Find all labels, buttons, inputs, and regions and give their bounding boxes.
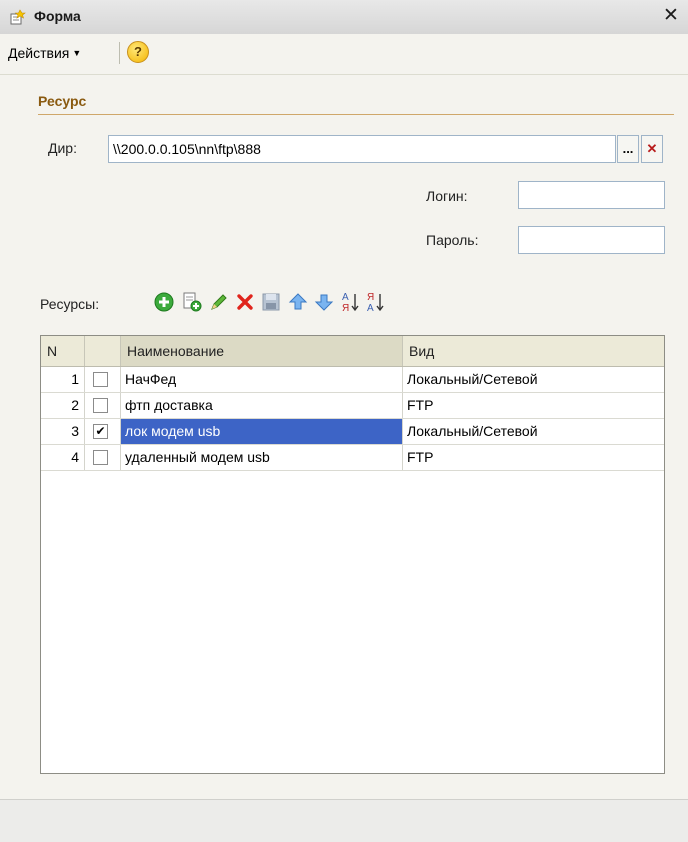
sort-asc-icon[interactable]: A Я bbox=[340, 290, 362, 314]
window-title: Форма bbox=[34, 8, 81, 24]
row-type[interactable]: Локальный/Сетевой bbox=[403, 367, 664, 392]
group-title: Ресурс bbox=[38, 93, 87, 109]
resources-table[interactable]: N Наименование Вид 1 НачФед Локальный/Се… bbox=[40, 335, 665, 774]
column-header-n[interactable]: N bbox=[41, 336, 85, 366]
group-divider bbox=[38, 114, 674, 115]
row-checkbox-cell bbox=[85, 445, 121, 470]
svg-text:A: A bbox=[367, 303, 374, 314]
save-icon[interactable] bbox=[260, 290, 282, 314]
row-checkbox[interactable] bbox=[93, 398, 108, 413]
menu-separator bbox=[119, 42, 120, 64]
help-button[interactable]: ? bbox=[127, 41, 149, 63]
move-up-icon[interactable] bbox=[287, 290, 309, 314]
copy-icon[interactable] bbox=[181, 290, 203, 314]
table-row[interactable]: 2 фтп доставка FTP bbox=[41, 393, 664, 419]
form-window: Форма ✕ Действия ▼ ? Ресурс Дир: \\200.0.… bbox=[0, 0, 688, 842]
login-label: Логин: bbox=[426, 188, 468, 204]
svg-text:Я: Я bbox=[342, 303, 349, 314]
table-header: N Наименование Вид bbox=[41, 336, 664, 367]
menu-bar: Действия ▼ ? bbox=[0, 34, 688, 75]
move-down-icon[interactable] bbox=[313, 290, 335, 314]
row-type[interactable]: FTP bbox=[403, 445, 664, 470]
table-row-selected[interactable]: 3 ✔ лок модем usb Локальный/Сетевой bbox=[41, 419, 664, 445]
row-name[interactable]: лок модем usb bbox=[121, 419, 403, 444]
title-bar: Форма ✕ bbox=[0, 0, 688, 35]
row-checkbox-cell: ✔ bbox=[85, 419, 121, 444]
close-button[interactable]: ✕ bbox=[660, 5, 682, 27]
sort-desc-icon[interactable]: Я A bbox=[365, 290, 387, 314]
resources-label: Ресурсы: bbox=[40, 296, 100, 312]
row-name[interactable]: удаленный модем usb bbox=[121, 445, 403, 470]
row-checkbox[interactable] bbox=[93, 450, 108, 465]
column-header-name[interactable]: Наименование bbox=[121, 336, 403, 366]
row-type[interactable]: Локальный/Сетевой bbox=[403, 419, 664, 444]
table-row[interactable]: 4 удаленный модем usb FTP bbox=[41, 445, 664, 471]
row-checkbox-checked[interactable]: ✔ bbox=[93, 424, 108, 439]
browse-button[interactable]: ... bbox=[617, 135, 639, 163]
row-checkbox-cell bbox=[85, 393, 121, 418]
delete-icon[interactable] bbox=[234, 290, 256, 314]
table-row[interactable]: 1 НачФед Локальный/Сетевой bbox=[41, 367, 664, 393]
clear-button[interactable]: ✕ bbox=[641, 135, 663, 163]
row-type[interactable]: FTP bbox=[403, 393, 664, 418]
add-icon[interactable] bbox=[153, 290, 175, 314]
row-number: 3 bbox=[41, 419, 85, 444]
password-field[interactable] bbox=[518, 226, 665, 254]
row-checkbox-cell bbox=[85, 367, 121, 392]
password-label: Пароль: bbox=[426, 232, 479, 248]
actions-menu-label: Действия bbox=[8, 45, 70, 61]
chevron-down-icon: ▼ bbox=[72, 48, 82, 58]
form-icon bbox=[10, 9, 26, 25]
row-name[interactable]: фтп доставка bbox=[121, 393, 403, 418]
row-number: 2 bbox=[41, 393, 85, 418]
edit-icon[interactable] bbox=[208, 290, 230, 314]
login-field[interactable] bbox=[518, 181, 665, 209]
row-number: 4 bbox=[41, 445, 85, 470]
dir-field[interactable]: \\200.0.0.105\nn\ftp\888 bbox=[108, 135, 616, 163]
dir-label: Дир: bbox=[48, 140, 77, 156]
svg-text:Я: Я bbox=[367, 292, 374, 303]
column-header-type[interactable]: Вид bbox=[403, 336, 664, 366]
row-name[interactable]: НачФед bbox=[121, 367, 403, 392]
column-header-check[interactable] bbox=[85, 336, 121, 366]
status-bar bbox=[0, 799, 688, 842]
row-checkbox[interactable] bbox=[93, 372, 108, 387]
actions-menu[interactable]: Действия ▼ bbox=[8, 45, 81, 61]
svg-text:A: A bbox=[342, 292, 349, 303]
row-number: 1 bbox=[41, 367, 85, 392]
